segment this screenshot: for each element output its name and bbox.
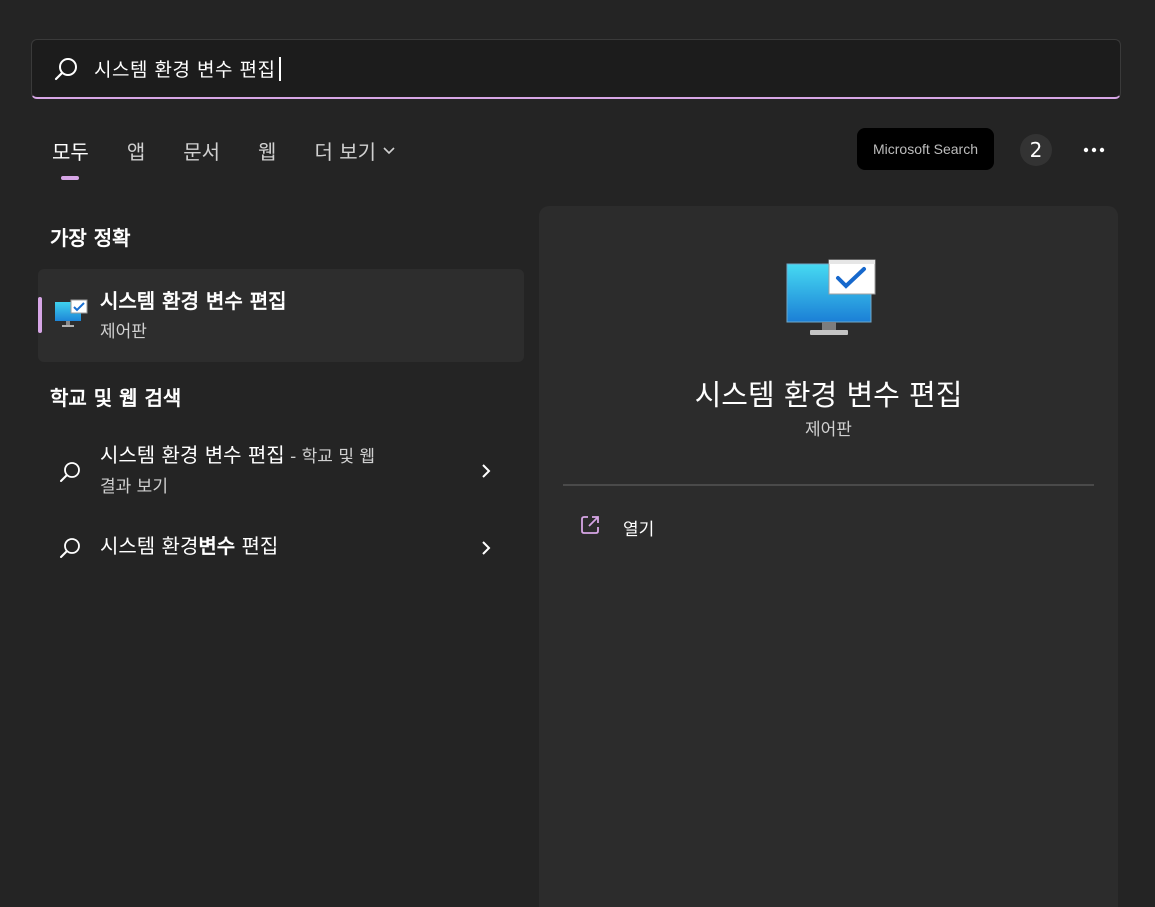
filter-tabs: 모두 앱 문서 웹 더 보기	[52, 136, 434, 175]
text-caret	[279, 56, 282, 81]
detail-panel: 시스템 환경 변수 편집 제어판 열기	[539, 206, 1118, 907]
tab-documents[interactable]: 문서	[183, 136, 220, 175]
tab-apps[interactable]: 앱	[127, 136, 145, 175]
tab-all[interactable]: 모두	[52, 136, 89, 175]
selection-indicator	[38, 297, 42, 333]
web-result-bold: 변수	[198, 534, 236, 558]
web-result-line2: 결과 보기	[100, 477, 168, 497]
chevron-right-icon	[480, 462, 492, 484]
search-box[interactable]: 시스템 환경 변수 편집	[31, 39, 1121, 99]
microsoft-search-button[interactable]: Microsoft Search	[857, 128, 994, 170]
web-result-text: 시스템 환경변수 편집	[100, 531, 278, 562]
system-properties-large-icon	[784, 258, 876, 344]
tab-all-label: 모두	[52, 140, 89, 164]
tab-web[interactable]: 웹	[258, 136, 276, 175]
open-action-button[interactable]: 열기	[579, 514, 654, 540]
web-search-heading: 학교 및 웹 검색	[50, 386, 182, 410]
rewards-badge[interactable]: 2	[1020, 134, 1052, 166]
tab-more[interactable]: 더 보기	[314, 136, 396, 175]
web-result-item-2[interactable]: 시스템 환경변수 편집	[50, 531, 510, 567]
best-match-subtitle: 제어판	[100, 322, 147, 342]
more-dots-icon	[1083, 147, 1105, 153]
chevron-right-icon	[480, 539, 492, 561]
web-result-text: 시스템 환경 변수 편집 - 학교 및 웹 결과 보기	[100, 440, 375, 501]
tab-web-label: 웹	[258, 140, 277, 164]
web-result-query: 시스템 환경 변수 편집	[100, 443, 285, 467]
best-match-result[interactable]: 시스템 환경 변수 편집 제어판	[38, 269, 524, 362]
detail-title: 시스템 환경 변수 편집	[694, 378, 963, 412]
detail-subtitle: 제어판	[805, 420, 852, 440]
web-result-item-1[interactable]: 시스템 환경 변수 편집 - 학교 및 웹 결과 보기	[50, 440, 510, 504]
search-icon	[58, 460, 84, 486]
tab-documents-label: 문서	[183, 140, 221, 164]
start-search-window: 시스템 환경 변수 편집 모두 앱 문서 웹 더 보기 Microsoft Se…	[0, 0, 1155, 907]
search-icon	[58, 536, 84, 562]
tab-apps-label: 앱	[126, 140, 146, 164]
open-external-icon	[579, 514, 601, 540]
web-result-suffix: - 학교 및 웹	[284, 447, 375, 467]
best-match-heading: 가장 정확	[50, 226, 131, 250]
more-options-button[interactable]	[1078, 134, 1110, 166]
search-query-text[interactable]: 시스템 환경 변수 편집	[94, 55, 275, 82]
open-action-label: 열기	[623, 519, 655, 540]
web-result-part2: 편집	[235, 534, 279, 558]
tab-more-label: 더 보기	[314, 140, 376, 164]
chevron-down-icon	[382, 146, 396, 156]
web-result-part1: 시스템 환경	[100, 534, 199, 558]
divider	[563, 484, 1094, 486]
best-match-title: 시스템 환경 변수 편집	[100, 289, 287, 313]
search-icon	[52, 55, 80, 83]
system-properties-icon	[54, 299, 88, 333]
